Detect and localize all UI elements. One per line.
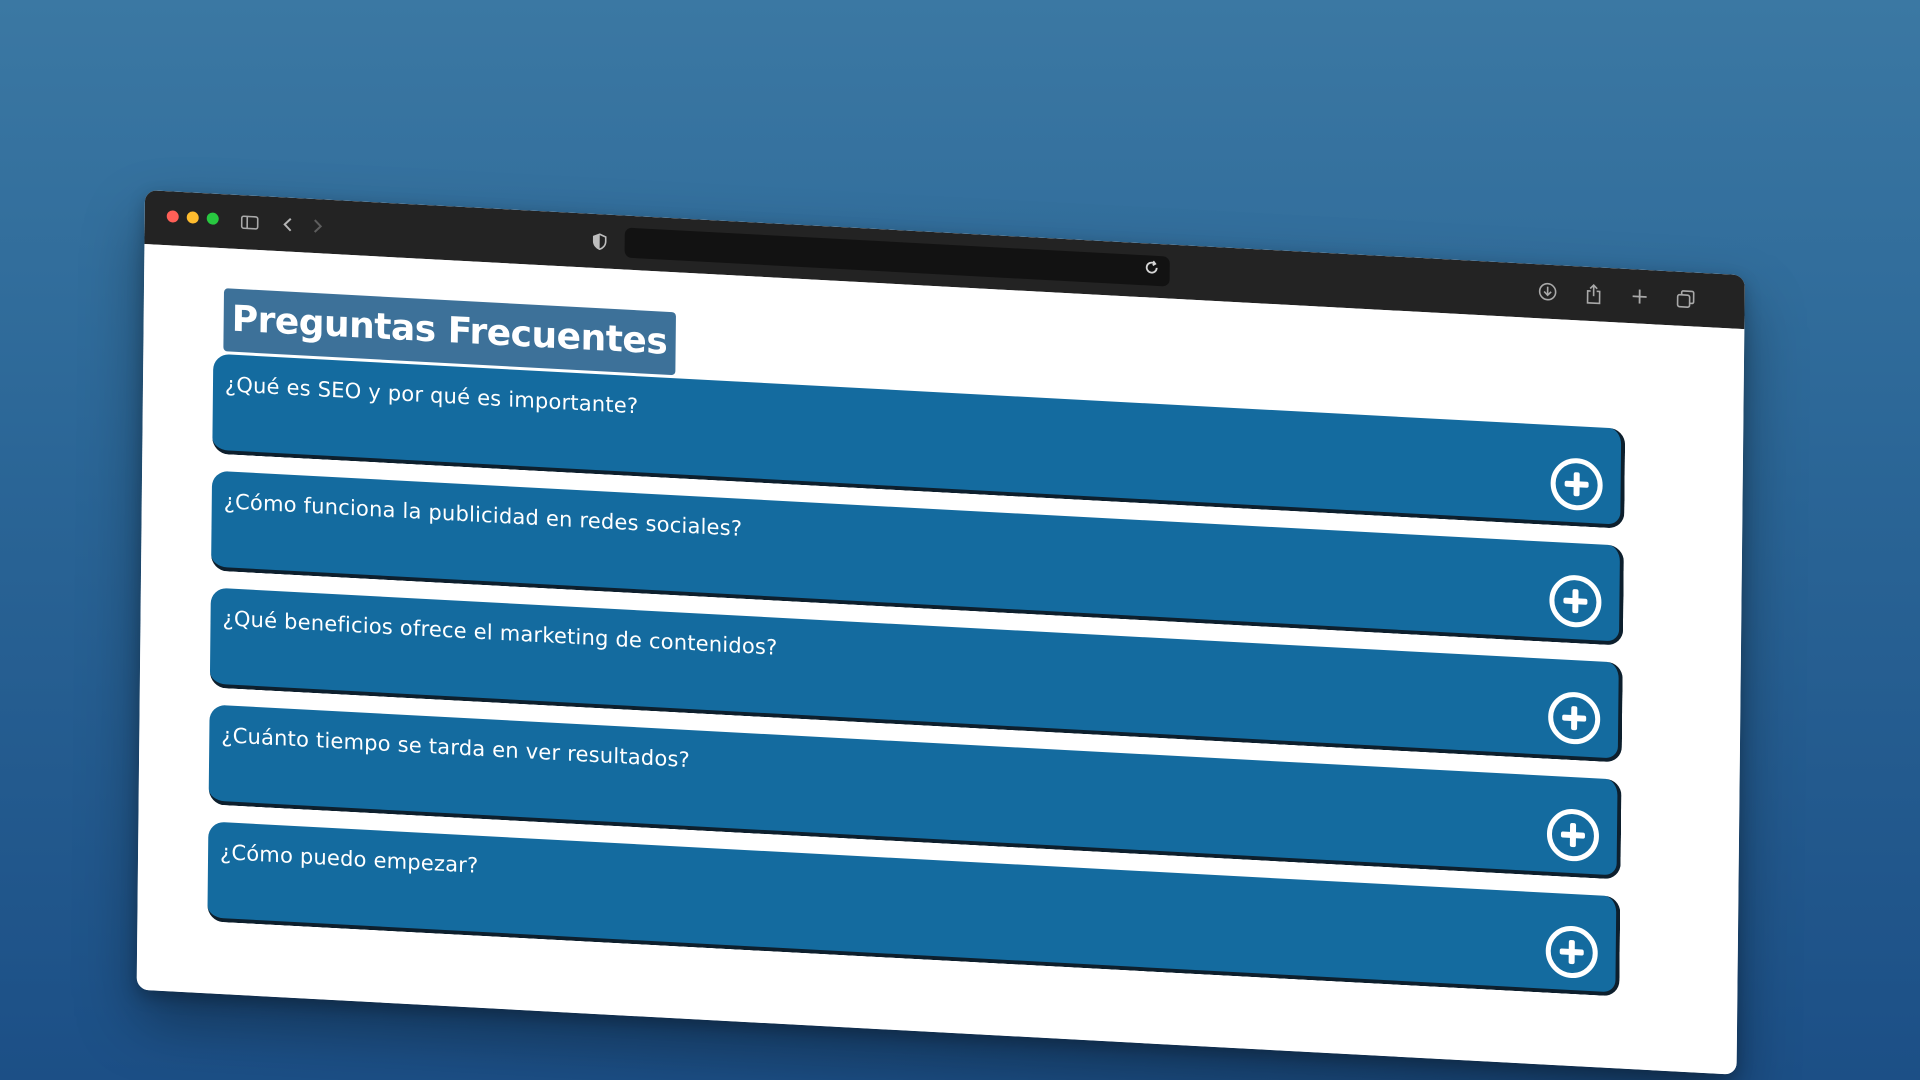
plus-circle-icon[interactable] [1547, 690, 1601, 746]
desktop-background: Preguntas Frecuentes ¿Qué es SEO y por q… [0, 0, 1920, 1080]
download-icon[interactable] [1535, 278, 1561, 305]
faq-question: ¿Cómo funciona la publicidad en redes so… [223, 489, 743, 541]
chevron-left-icon[interactable] [275, 211, 301, 238]
tab-overview-icon[interactable] [1672, 285, 1698, 312]
minimize-window-button[interactable] [186, 211, 199, 224]
plus-circle-icon[interactable] [1550, 456, 1603, 512]
sidebar-toggle-icon[interactable] [237, 209, 263, 236]
page-content: Preguntas Frecuentes ¿Qué es SEO y por q… [136, 243, 1745, 1075]
faq-question: ¿Cuánto tiempo se tarda en ver resultado… [221, 723, 691, 773]
share-icon[interactable] [1581, 280, 1607, 307]
close-window-button[interactable] [166, 210, 179, 223]
browser-window: Preguntas Frecuentes ¿Qué es SEO y por q… [136, 190, 1745, 1075]
faq-question: ¿Qué beneficios ofrece el marketing de c… [222, 606, 778, 660]
plus-circle-icon[interactable] [1545, 924, 1599, 980]
plus-circle-icon[interactable] [1546, 807, 1600, 863]
faq-list: ¿Qué es SEO y por qué es importante? ¿Có… [207, 353, 1626, 1014]
shield-icon[interactable] [587, 228, 613, 255]
plus-circle-icon[interactable] [1549, 573, 1602, 629]
reload-icon[interactable] [1144, 259, 1160, 280]
plus-icon[interactable] [1626, 283, 1652, 310]
chevron-right-icon[interactable] [305, 213, 331, 240]
zoom-window-button[interactable] [206, 212, 219, 225]
window-controls [166, 210, 219, 225]
faq-question: ¿Qué es SEO y por qué es importante? [224, 372, 639, 419]
faq-question: ¿Cómo puedo empezar? [219, 840, 479, 878]
